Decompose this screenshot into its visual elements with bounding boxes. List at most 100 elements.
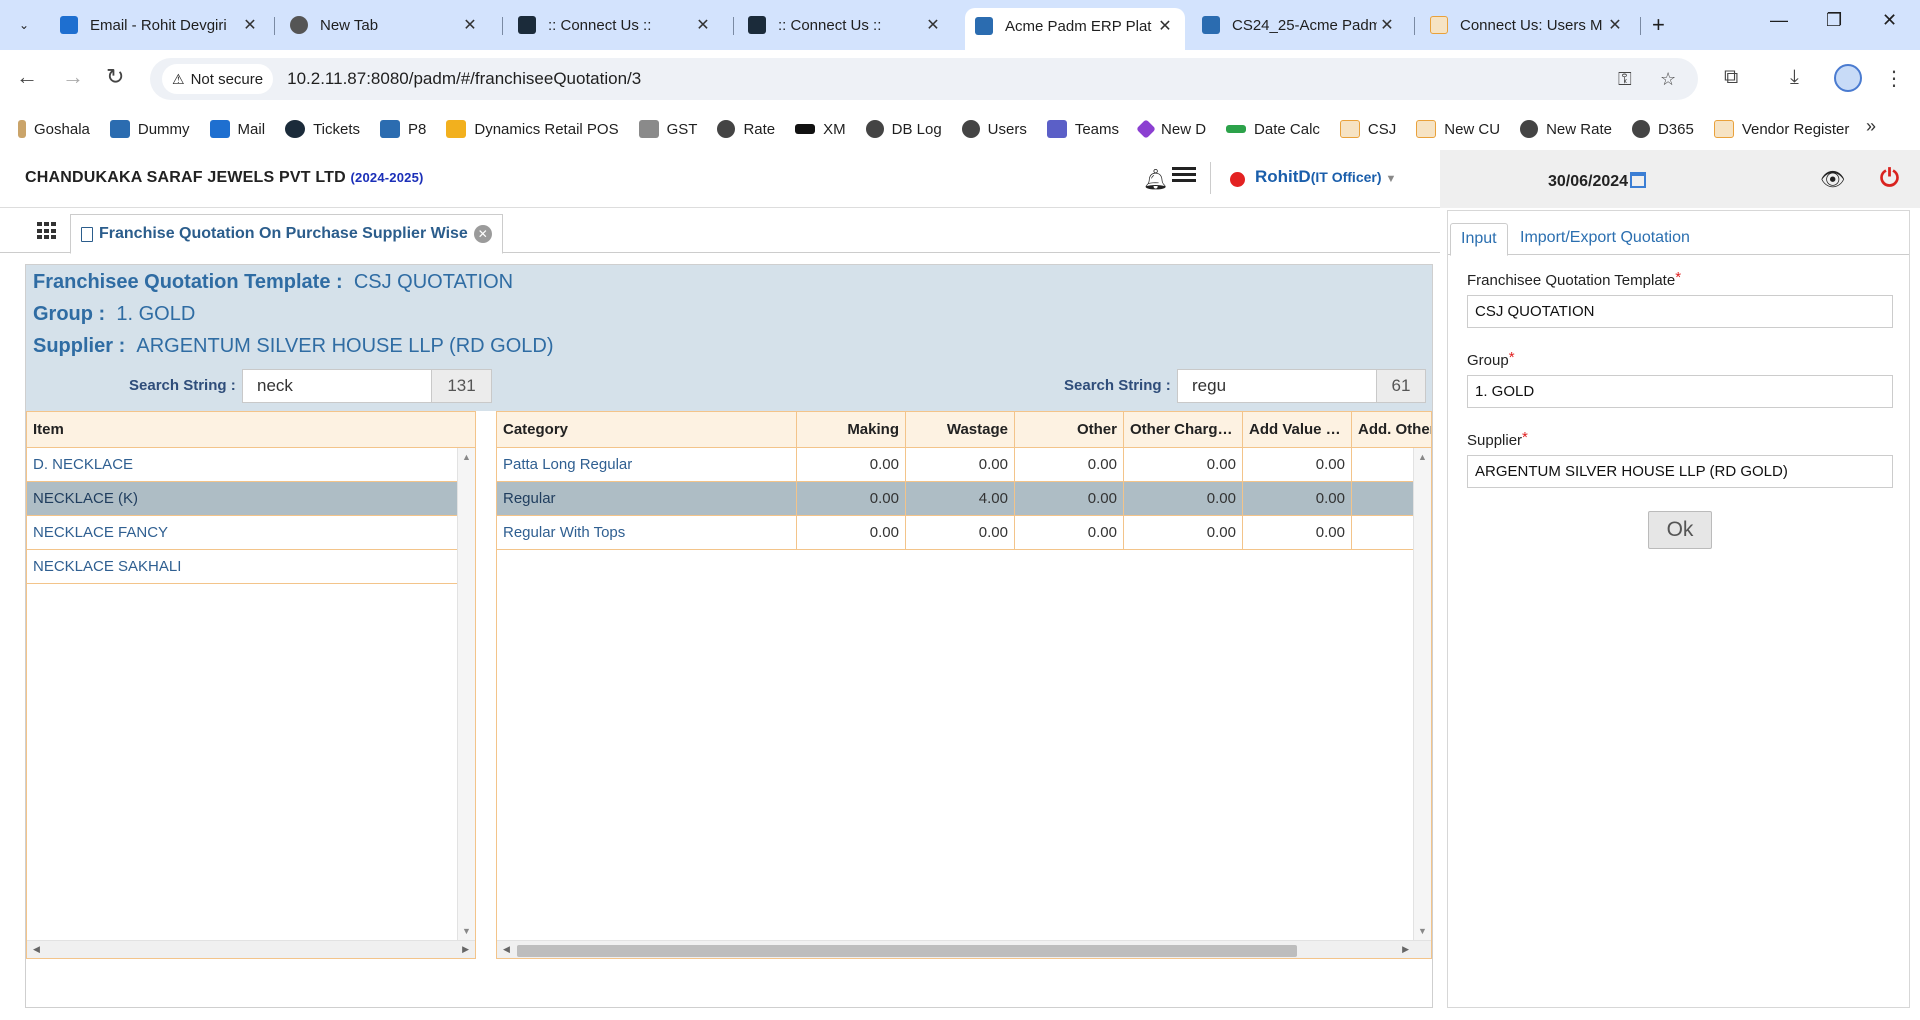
category-search-input[interactable]: regu — [1177, 369, 1377, 403]
profile-avatar[interactable] — [1834, 64, 1862, 92]
other-charges-cell[interactable]: 0.00 — [1124, 516, 1243, 549]
forward-arrow-icon[interactable]: → — [62, 64, 84, 90]
horizontal-scroll-thumb[interactable] — [517, 945, 1297, 957]
tab-input[interactable]: Input — [1450, 223, 1508, 256]
bookmark-users[interactable]: Users — [961, 120, 1027, 138]
more-menu-icon[interactable]: ⋮ — [1884, 66, 1904, 91]
column-header-making[interactable]: Making — [797, 412, 906, 447]
password-key-icon[interactable]: ⚿ — [1618, 69, 1632, 90]
scroll-down-icon[interactable]: ▼ — [462, 926, 471, 936]
column-header-item[interactable]: Item — [27, 412, 475, 447]
making-cell[interactable]: 0.00 — [797, 448, 906, 481]
bookmark-star-icon[interactable]: ☆ — [1660, 69, 1676, 90]
browser-tab-connect-users[interactable]: Connect Us: Users M ✕ — [1420, 8, 1635, 42]
address-bar[interactable]: ⚠ Not secure 10.2.11.87:8080/padm/#/fran… — [150, 58, 1698, 100]
close-page-tab-icon[interactable]: ✕ — [473, 225, 492, 243]
download-icon[interactable]: ⤓ — [1790, 66, 1799, 89]
column-header-add-other[interactable]: Add. Other — [1352, 412, 1431, 447]
apps-grid-icon[interactable] — [37, 222, 57, 240]
column-header-wastage[interactable]: Wastage — [906, 412, 1015, 447]
current-date[interactable]: 30/06/2024 — [1548, 172, 1647, 191]
scroll-up-icon[interactable]: ▲ — [462, 452, 471, 462]
scroll-left-icon[interactable]: ◀ — [503, 944, 510, 955]
browser-tab-acme-erp[interactable]: Acme Padm ERP Plat ✕ — [965, 8, 1185, 50]
tab-franchise-quotation[interactable]: Franchise Quotation On Purchase Supplier… — [70, 214, 503, 254]
bookmark-new-d[interactable]: New D — [1136, 119, 1206, 139]
bookmark-dummy[interactable]: Dummy — [109, 120, 190, 138]
other-cell[interactable]: 0.00 — [1015, 448, 1124, 481]
bookmarks-overflow-icon[interactable]: » — [1866, 116, 1876, 137]
bookmark-d365[interactable]: D365 — [1631, 120, 1694, 138]
browser-tab-email[interactable]: Email - Rohit Devgiri ✕ — [50, 8, 270, 42]
making-cell[interactable]: 0.00 — [797, 516, 906, 549]
browser-tab-connect-us-2[interactable]: :: Connect Us :: ✕ — [738, 8, 953, 42]
table-row[interactable]: NECKLACE SAKHALI — [27, 550, 475, 584]
scroll-right-icon[interactable]: ▶ — [1402, 944, 1409, 955]
bookmark-teams[interactable]: Teams — [1046, 120, 1119, 138]
extensions-icon[interactable]: ⧉ — [1724, 66, 1738, 89]
bookmark-tickets[interactable]: Tickets — [285, 120, 360, 138]
table-row[interactable]: Regular 0.00 4.00 0.00 0.00 0.00 — [497, 482, 1431, 516]
category-vertical-scrollbar[interactable]: ▲ ▼ — [1413, 448, 1431, 940]
close-tab-icon[interactable]: ✕ — [1377, 15, 1397, 35]
other-cell[interactable]: 0.00 — [1015, 516, 1124, 549]
bookmark-xm[interactable]: XM — [795, 121, 846, 138]
wastage-cell[interactable]: 4.00 — [906, 482, 1015, 515]
close-tab-icon[interactable]: ✕ — [1155, 16, 1175, 36]
url-text[interactable]: 10.2.11.87:8080/padm/#/franchiseeQuotati… — [287, 69, 641, 89]
table-row[interactable]: NECKLACE FANCY — [27, 516, 475, 550]
add-value-cell[interactable]: 0.00 — [1243, 448, 1352, 481]
bell-icon[interactable]: 🔔︎ — [1143, 167, 1168, 192]
wastage-cell[interactable]: 0.00 — [906, 516, 1015, 549]
bookmark-p8[interactable]: P8 — [380, 120, 426, 138]
table-row[interactable]: Regular With Tops 0.00 0.00 0.00 0.00 0.… — [497, 516, 1431, 550]
menu-list-icon[interactable] — [1172, 167, 1196, 187]
other-charges-cell[interactable]: 0.00 — [1124, 448, 1243, 481]
eye-slash-icon[interactable]: 👁︎ — [1820, 167, 1845, 192]
ok-button[interactable]: Ok — [1648, 511, 1712, 549]
wastage-cell[interactable]: 0.00 — [906, 448, 1015, 481]
back-arrow-icon[interactable]: ← — [16, 64, 38, 90]
supplier-field[interactable]: ARGENTUM SILVER HOUSE LLP (RD GOLD) — [1467, 455, 1893, 488]
browser-tab-connect-us-1[interactable]: :: Connect Us :: ✕ — [508, 8, 723, 42]
template-field[interactable]: CSJ QUOTATION — [1467, 295, 1893, 328]
table-row[interactable]: Patta Long Regular 0.00 0.00 0.00 0.00 0… — [497, 448, 1431, 482]
close-tab-icon[interactable]: ✕ — [1605, 15, 1625, 35]
group-field[interactable]: 1. GOLD — [1467, 375, 1893, 408]
close-tab-icon[interactable]: ✕ — [693, 15, 713, 35]
column-header-add-value[interactable]: Add Value … — [1243, 412, 1352, 447]
item-search-input[interactable]: neck — [242, 369, 432, 403]
bookmark-dynamics-pos[interactable]: Dynamics Retail POS — [446, 120, 619, 138]
bookmark-vendor-register[interactable]: Vendor Register — [1713, 120, 1849, 138]
reload-icon[interactable]: ↻ — [106, 64, 124, 90]
items-horizontal-scrollbar[interactable]: ◀ ▶ — [27, 940, 475, 958]
bookmark-date-calc[interactable]: Date Calc — [1226, 121, 1320, 138]
close-tab-icon[interactable]: ✕ — [923, 15, 943, 35]
tab-import-export[interactable]: Import/Export Quotation — [1510, 223, 1700, 256]
power-icon[interactable]: ⏻ — [1880, 165, 1899, 193]
add-value-cell[interactable]: 0.00 — [1243, 516, 1352, 549]
tab-search-chevron-icon[interactable]: ⌄ — [8, 10, 40, 40]
close-tab-icon[interactable]: ✕ — [460, 15, 480, 35]
column-header-category[interactable]: Category — [497, 412, 797, 447]
bookmark-new-rate[interactable]: New Rate — [1520, 120, 1612, 138]
bookmark-goshala[interactable]: Goshala — [18, 120, 90, 138]
browser-tab-cs24[interactable]: CS24_25-Acme Padm ✕ — [1192, 8, 1407, 42]
bookmark-db-log[interactable]: DB Log — [865, 120, 942, 138]
column-header-other[interactable]: Other — [1015, 412, 1124, 447]
category-horizontal-scrollbar[interactable]: ◀ ▶ — [497, 940, 1431, 958]
bookmark-gst[interactable]: GST — [638, 120, 697, 138]
restore-icon[interactable]: ❐ — [1826, 10, 1842, 31]
scroll-left-icon[interactable]: ◀ — [33, 944, 40, 955]
security-chip[interactable]: ⚠ Not secure — [162, 64, 274, 94]
bookmark-rate[interactable]: Rate — [717, 120, 775, 138]
bookmark-new-cu[interactable]: New CU — [1416, 120, 1500, 138]
items-vertical-scrollbar[interactable]: ▲ ▼ — [457, 448, 475, 940]
minimize-icon[interactable]: — — [1770, 10, 1788, 31]
bookmark-csj[interactable]: CSJ — [1339, 120, 1396, 138]
scroll-right-icon[interactable]: ▶ — [462, 944, 469, 955]
table-row[interactable]: NECKLACE (K) — [27, 482, 475, 516]
other-cell[interactable]: 0.00 — [1015, 482, 1124, 515]
making-cell[interactable]: 0.00 — [797, 482, 906, 515]
calendar-icon[interactable] — [1630, 172, 1647, 188]
